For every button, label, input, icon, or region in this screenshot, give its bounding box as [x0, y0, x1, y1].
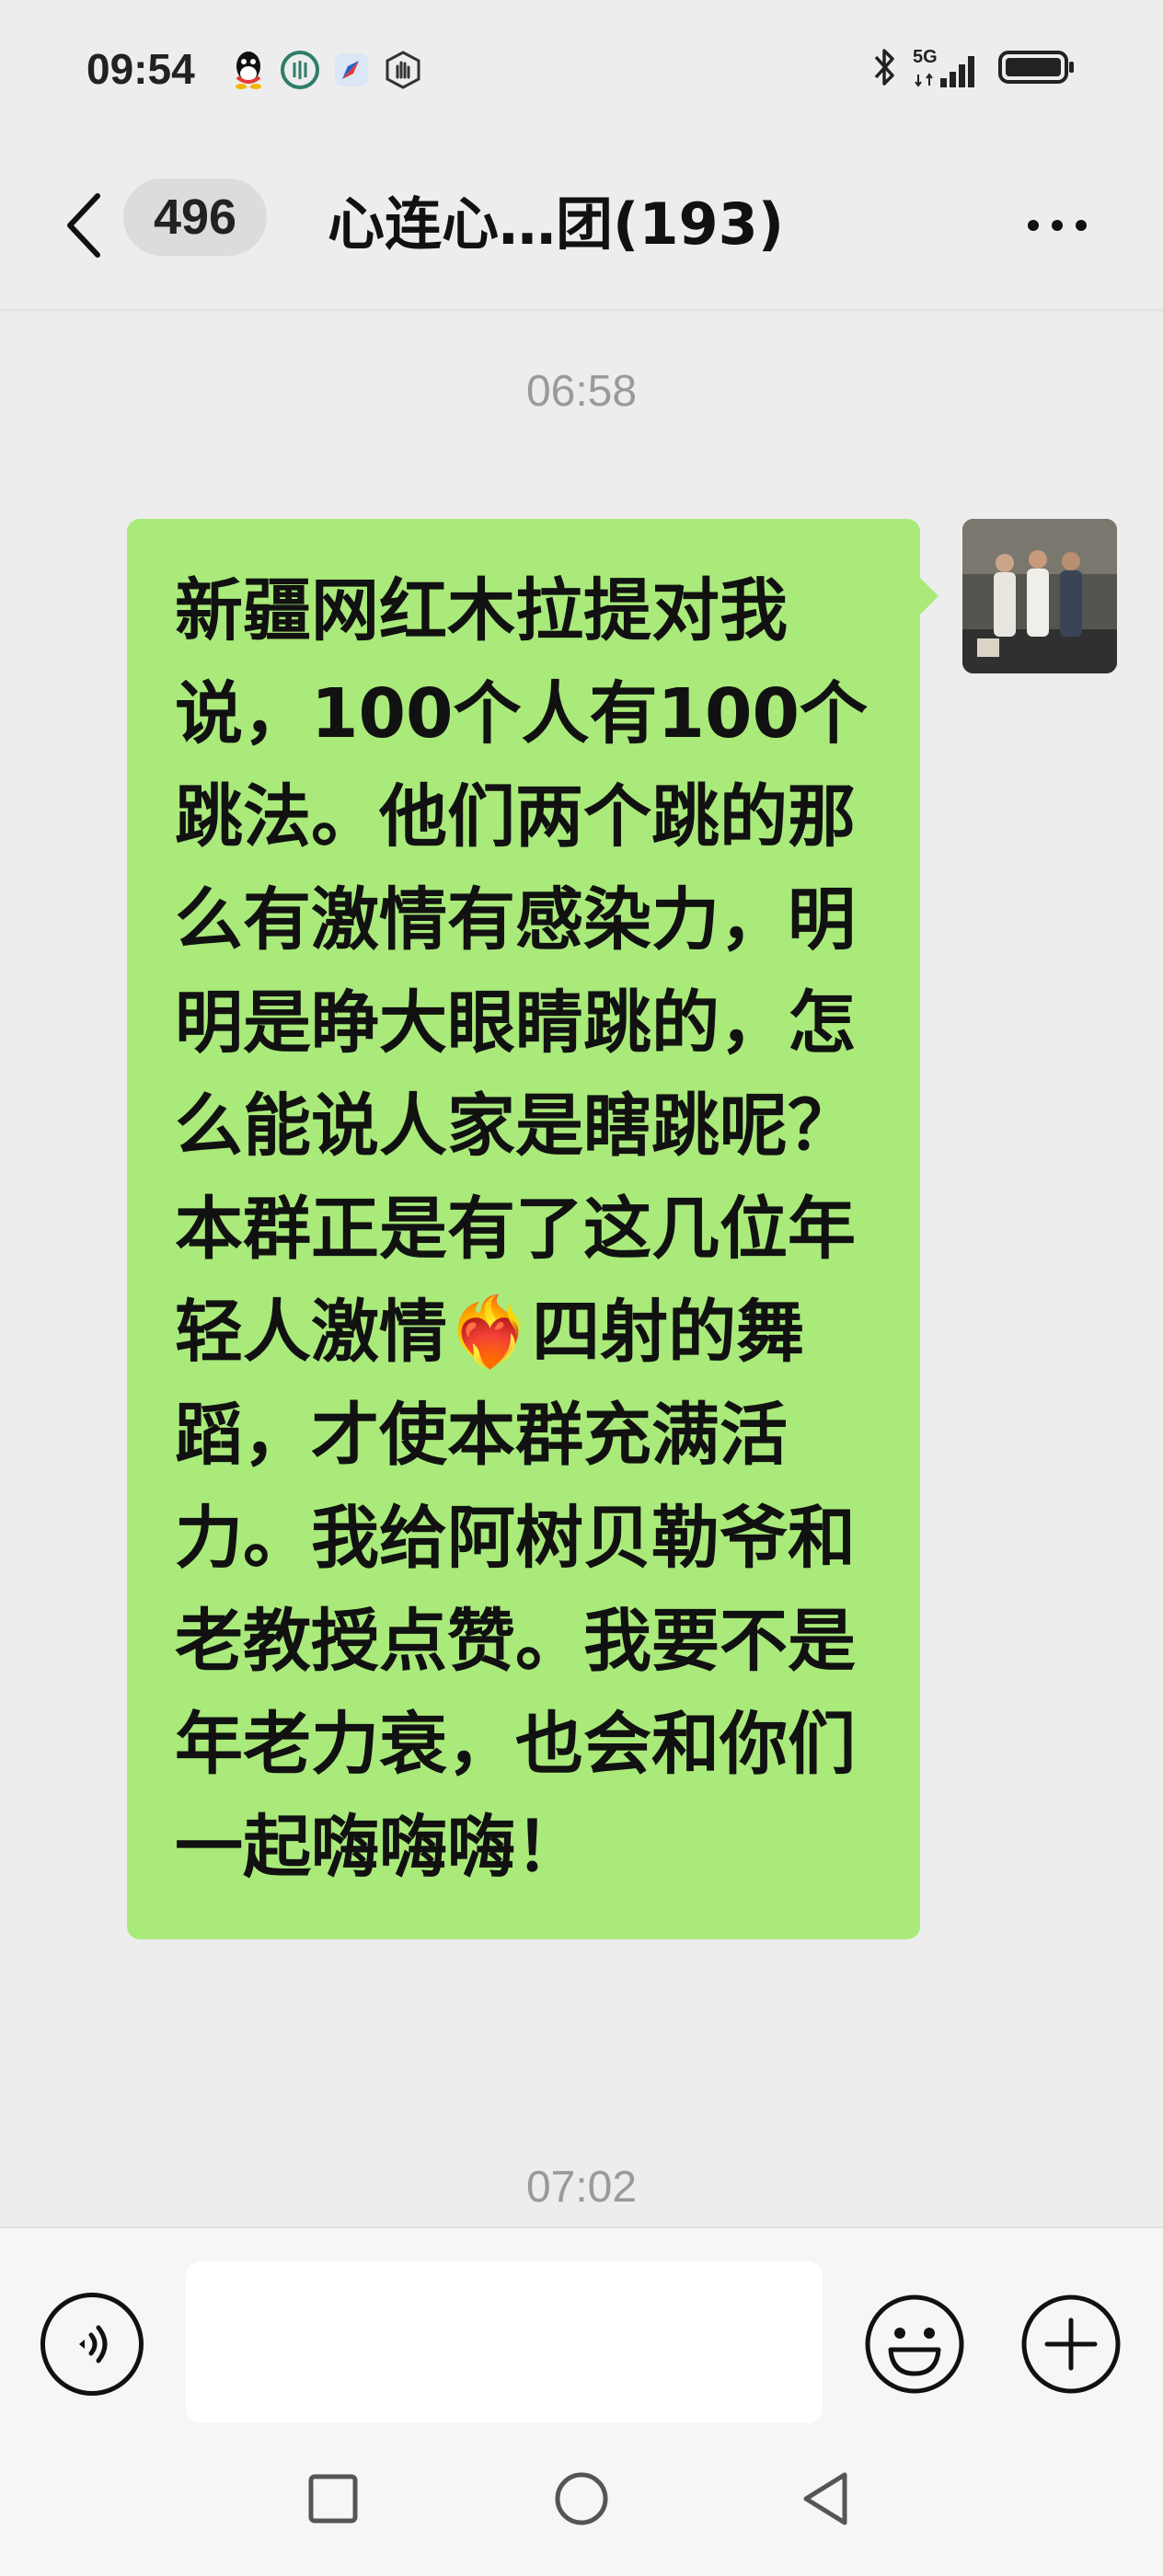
more-dot: [1028, 220, 1039, 231]
unread-count-badge[interactable]: 496: [123, 178, 267, 256]
recent-apps-button[interactable]: [296, 2462, 370, 2536]
battery-icon: [997, 47, 1077, 91]
status-bar: 09:54 5G: [0, 0, 1163, 147]
chat-header: 496 心连心…团(193): [0, 147, 1163, 311]
more-dot: [1052, 220, 1063, 231]
system-navigation-bar: [0, 2425, 1163, 2576]
system-icons: 5G: [870, 46, 1077, 92]
compass-icon: [331, 50, 372, 90]
message-input[interactable]: [186, 2261, 823, 2423]
message-timestamp-next: 07:02: [525, 2163, 638, 2212]
plus-icon: [1021, 2294, 1121, 2394]
more-dot: [1076, 220, 1087, 231]
more-options-icon[interactable]: [1016, 193, 1099, 258]
qq-icon: [228, 50, 269, 90]
sender-avatar[interactable]: [962, 519, 1117, 673]
status-time: 09:54: [86, 45, 195, 93]
bluetooth-icon: [870, 46, 898, 92]
bubble-tail: [918, 576, 938, 616]
chat-title: 心连心…团(193): [328, 190, 785, 258]
smiley-icon: [865, 2294, 964, 2394]
back-button[interactable]: [789, 2462, 863, 2536]
square-icon: [308, 2474, 358, 2524]
app-icon: [280, 50, 320, 90]
voice-icon: [79, 2325, 108, 2363]
message-timestamp: 06:58: [525, 367, 638, 416]
back-arrow-icon[interactable]: [55, 184, 110, 267]
message-bubble[interactable]: 新疆网红木拉提对我说，100个人有100个跳法。他们两个跳的那么有激情有感染力，…: [127, 519, 920, 1939]
voice-input-button[interactable]: [40, 2293, 144, 2396]
circle-icon: [555, 2472, 608, 2525]
emoji-button[interactable]: [863, 2293, 966, 2396]
shield-hand-icon: [383, 50, 423, 90]
more-functions-button[interactable]: [1019, 2293, 1123, 2396]
notification-icons: [228, 48, 423, 92]
signal-5g-icon: 5G: [913, 47, 983, 91]
triangle-back-icon: [803, 2472, 847, 2525]
input-bar: [0, 2226, 1163, 2427]
home-button[interactable]: [545, 2462, 618, 2536]
